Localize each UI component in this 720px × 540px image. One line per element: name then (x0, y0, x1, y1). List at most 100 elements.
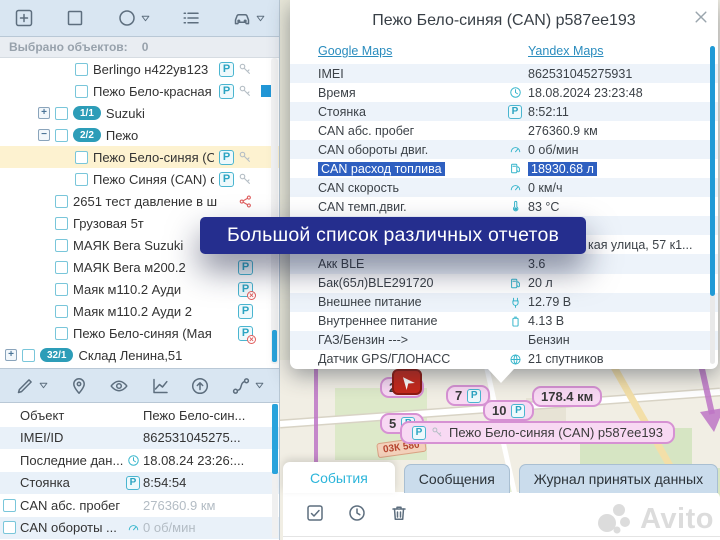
expand-icon[interactable]: + (5, 349, 17, 361)
tree-item[interactable]: Пежо Бело-синяя (МаяP× (0, 322, 279, 344)
item-badges: P (238, 304, 253, 319)
item-badges: P (219, 172, 253, 187)
parameter-row[interactable]: Датчик GPS/ГЛОНАСС21 спутников (290, 350, 718, 369)
tree-item[interactable]: Пежо Бело-краснаяP (0, 80, 279, 102)
location-icon[interactable] (69, 376, 89, 396)
parameter-row[interactable]: Бак(65л)BLE29172020 л (290, 274, 718, 293)
checkbox[interactable] (55, 107, 68, 120)
tree-item[interactable]: +32/1Склад Ленина,51 (0, 344, 279, 366)
parameter-label-text: Внутреннее питание (318, 314, 437, 328)
parameter-row[interactable]: ГАЗ/Бензин --->Бензин (290, 331, 718, 350)
scrollbar-thumb[interactable] (710, 46, 715, 296)
tree-item-label: Пежо Бело-красная (93, 84, 212, 99)
info-row[interactable]: ОбъектПежо Бело-син... (0, 404, 279, 427)
list-view-icon[interactable] (181, 8, 201, 28)
parameter-row[interactable]: CAN скорость0 км/ч (290, 178, 718, 197)
chevron-down-icon[interactable] (255, 382, 264, 389)
checkbox[interactable] (22, 349, 35, 362)
time-filter-icon[interactable] (347, 503, 367, 523)
checkbox[interactable] (3, 499, 16, 512)
parameter-row[interactable]: Акк BLE3.6 (290, 254, 718, 273)
tab-data-log[interactable]: Журнал принятых данных (519, 464, 718, 493)
parameter-value: 3.6 (528, 257, 545, 271)
unit-direction-marker[interactable] (392, 369, 422, 395)
units-filter-icon[interactable] (232, 8, 252, 28)
fuel-icon (509, 162, 522, 175)
tree-item-label: Пежо Синяя (CAN) с (93, 172, 214, 187)
info-scrollbar[interactable] (272, 404, 278, 538)
parameter-row[interactable]: CAN абс. пробег276360.9 км (290, 121, 718, 140)
parameter-row[interactable]: CAN расход топлива18930.68 л (290, 159, 718, 178)
info-row[interactable]: IMEI/ID862531045275... (0, 427, 279, 450)
parameter-row[interactable]: Внутреннее питание4.13 В (290, 312, 718, 331)
checkbox[interactable] (75, 85, 88, 98)
scrollbar-thumb[interactable] (272, 330, 277, 362)
tree-scrollbar[interactable] (271, 58, 278, 364)
gauge-icon (509, 181, 522, 194)
tree-item[interactable]: Пежо Бело-синяя (CP (0, 146, 279, 168)
checkbox[interactable] (55, 217, 68, 230)
google-maps-link[interactable]: Google Maps (318, 44, 392, 58)
expand-icon[interactable]: + (38, 107, 50, 119)
distance-label-label[interactable]: 178.4 км (532, 386, 602, 407)
parameter-row[interactable]: CAN темп.двиг.83 °C (290, 197, 718, 216)
tree-item[interactable]: Маяк м110.2 Ауди 2P (0, 300, 279, 322)
checkbox[interactable] (75, 63, 88, 76)
collapse-icon[interactable]: − (38, 129, 50, 141)
tree-item-label: Пежо Бело-синяя (C (93, 150, 214, 165)
info-row-icon-cell: P (123, 476, 143, 490)
info-row[interactable]: Последние дан...18.08.24 23:26:... (0, 449, 279, 472)
chevron-down-icon[interactable] (39, 382, 48, 389)
select-all-icon[interactable] (305, 503, 325, 523)
edit-icon[interactable] (15, 376, 35, 396)
info-row[interactable]: CAN обороты ...0 об/мин (0, 517, 279, 540)
object-info-table: ОбъектПежо Бело-син...IMEI/ID86253104527… (0, 404, 279, 540)
tree-item[interactable]: МАЯК Вега м200.2P (0, 256, 279, 278)
delete-icon[interactable] (389, 503, 409, 523)
unit-label-label[interactable]: PПежо Бело-синяя (CAN) p587ee193 (400, 421, 675, 444)
checkbox[interactable] (75, 151, 88, 164)
visibility-icon[interactable] (109, 376, 129, 396)
info-row[interactable]: СтоянкаP8:54:54 (0, 472, 279, 495)
select-square-icon[interactable] (65, 8, 85, 28)
tree-item[interactable]: Маяк м110.2 АудиP× (0, 278, 279, 300)
checkbox[interactable] (55, 327, 68, 340)
chevron-down-icon[interactable] (141, 15, 150, 22)
tree-item[interactable]: 2651 тест давление в ш (0, 190, 279, 212)
checkbox[interactable] (55, 305, 68, 318)
checkbox[interactable] (55, 195, 68, 208)
checkbox[interactable] (3, 521, 16, 534)
popup-scrollbar[interactable] (710, 46, 715, 364)
scrollbar-thumb[interactable] (272, 404, 278, 474)
parameter-row[interactable]: Внешнее питание12.79 В (290, 293, 718, 312)
checkbox[interactable] (55, 129, 68, 142)
checkbox[interactable] (75, 173, 88, 186)
add-area-icon[interactable] (14, 8, 34, 28)
chevron-down-icon[interactable] (256, 15, 265, 22)
chart-icon[interactable] (150, 376, 170, 396)
checkbox[interactable] (55, 239, 68, 252)
parameter-value-text: 0 км/ч (528, 181, 562, 195)
cluster-7-label[interactable]: 7P (446, 385, 490, 406)
tree-item[interactable]: Пежо Синяя (CAN) с P (0, 168, 279, 190)
close-icon[interactable] (693, 9, 709, 25)
tab-events[interactable]: События (283, 462, 395, 493)
parameter-row[interactable]: CAN обороты двиг.0 об/мин (290, 140, 718, 159)
parameter-row[interactable]: IMEI862531045275931 (290, 64, 718, 83)
tree-item[interactable]: Berlingo н422ув123P (0, 58, 279, 80)
cluster-10-label[interactable]: 10P (483, 400, 534, 421)
tab-messages[interactable]: Сообщения (404, 464, 510, 493)
send-command-icon[interactable] (190, 376, 210, 396)
yandex-maps-link[interactable]: Yandex Maps (528, 44, 604, 58)
checkbox[interactable] (55, 283, 68, 296)
disabled-mark: × (247, 335, 256, 344)
parameter-row[interactable]: Время18.08.2024 23:23:48 (290, 83, 718, 102)
info-row-value: 0 об/мин (143, 520, 196, 535)
tree-item[interactable]: +1/1Suzuki (0, 102, 279, 124)
route-icon[interactable] (231, 376, 251, 396)
circle-select-icon[interactable] (117, 8, 137, 28)
info-row[interactable]: CAN абс. пробег276360.9 км (0, 494, 279, 517)
checkbox[interactable] (55, 261, 68, 274)
tree-item[interactable]: −2/2Пежо (0, 124, 279, 146)
parameter-row[interactable]: СтоянкаP8:52:11 (290, 102, 718, 121)
